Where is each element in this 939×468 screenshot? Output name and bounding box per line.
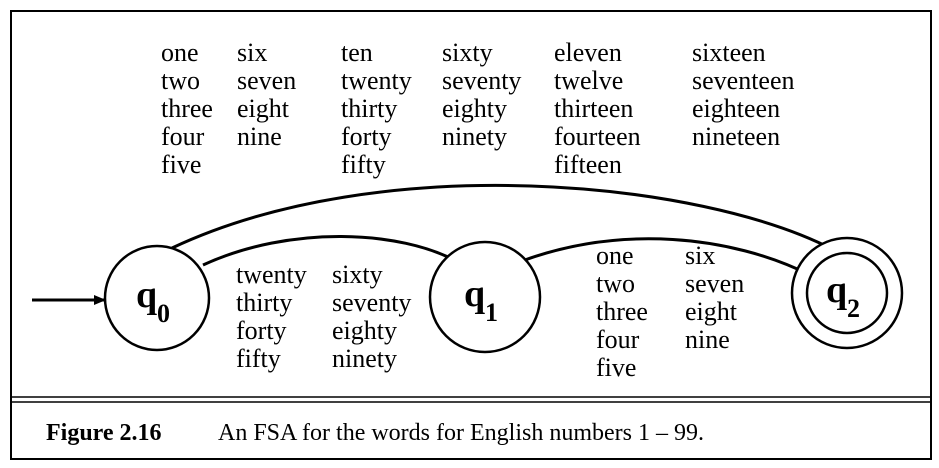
word-list: twenty thirty forty fifty <box>236 260 313 373</box>
word-list: one two three four five <box>596 241 654 382</box>
figure-caption-label: Figure 2.16 <box>46 420 162 446</box>
word-list: sixty seventy eighty ninety <box>332 260 418 373</box>
state-q0-label: q <box>136 274 157 316</box>
state-q0: q 0 <box>103 244 211 352</box>
fsa-figure: q 0 q 1 q 2 one two three four five six … <box>10 10 932 460</box>
figure-caption-text: An FSA for the words for English numbers… <box>218 420 704 446</box>
word-list: six seven eight nine <box>237 38 303 151</box>
state-q2-subscript: 2 <box>847 294 860 323</box>
state-q2-accepting: q 2 <box>790 236 904 350</box>
state-q1-label: q <box>464 273 485 315</box>
edge-q1-q2-labels: one two three four five six seven eight … <box>596 241 751 382</box>
word-list: ten twenty thirty forty fifty <box>341 38 418 179</box>
edge-q0-q1-labels: twenty thirty forty fifty sixty seventy … <box>236 260 418 373</box>
edge-q0-q2-labels: one two three four five six seven eight … <box>161 38 801 179</box>
state-q2-label: q <box>826 269 847 311</box>
word-list: one two three four five <box>161 38 219 179</box>
edge-q1-q2 <box>521 237 811 277</box>
state-q0-subscript: 0 <box>157 299 170 328</box>
edge-q0-q2 <box>171 183 835 252</box>
word-list: eleven twelve thirteen fourteen fifteen <box>554 38 647 179</box>
word-list: sixteen seventeen eighteen nineteen <box>692 38 801 151</box>
word-list: sixty seventy eighty ninety <box>442 38 528 151</box>
state-q1: q 1 <box>428 240 542 354</box>
state-q1-subscript: 1 <box>485 298 498 327</box>
word-list: six seven eight nine <box>685 241 751 354</box>
